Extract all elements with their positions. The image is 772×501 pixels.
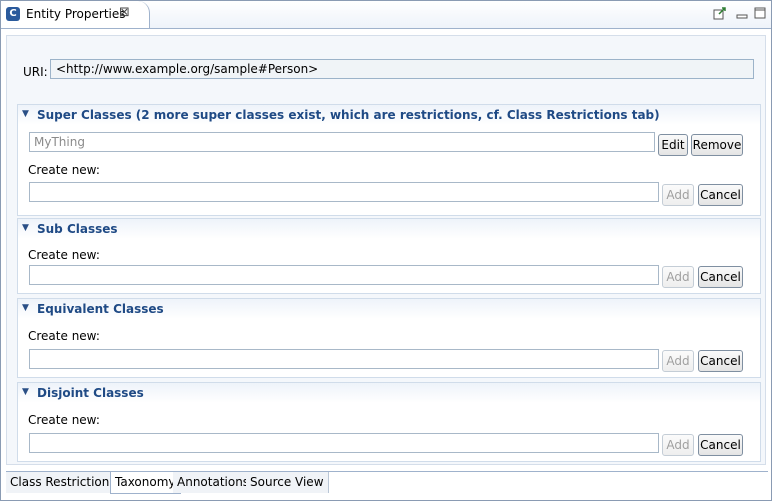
view-tab[interactable]: C Entity Properties ⊠	[1, 1, 150, 28]
super-class-create-input[interactable]	[29, 182, 659, 202]
disjoint-class-create-input[interactable]	[29, 433, 659, 453]
add-button[interactable]: Add	[662, 350, 694, 372]
sub-classes-section: ▼ Sub Classes Create new: Add Cancel	[17, 218, 761, 294]
close-icon[interactable]: ⊠	[119, 5, 130, 20]
remove-button[interactable]: Remove	[691, 134, 743, 156]
disjoint-classes-section: ▼ Disjoint Classes Create new: Add Cance…	[17, 382, 761, 462]
create-new-label: Create new:	[28, 248, 100, 262]
uri-field[interactable]: <http://www.example.org/sample#Person>	[50, 59, 754, 79]
collapse-arrow-icon[interactable]: ▼	[22, 303, 29, 313]
super-classes-title: Super Classes (2 more super classes exis…	[37, 108, 660, 122]
cancel-button[interactable]: Cancel	[698, 184, 743, 206]
edit-button[interactable]: Edit	[658, 134, 688, 156]
tab-annotations[interactable]: Annotations	[173, 472, 255, 493]
cancel-button[interactable]: Cancel	[698, 266, 743, 288]
uri-label: URI:	[23, 65, 48, 79]
uri-row: URI: <http://www.example.org/sample#Pers…	[7, 36, 765, 100]
sub-classes-header[interactable]: ▼ Sub Classes	[18, 219, 760, 239]
collapse-arrow-icon[interactable]: ▼	[22, 387, 29, 397]
tab-taxonomy[interactable]: Taxonomy	[110, 472, 181, 494]
add-button[interactable]: Add	[662, 184, 694, 206]
sub-classes-title: Sub Classes	[37, 222, 118, 236]
add-button[interactable]: Add	[662, 266, 694, 288]
cancel-button[interactable]: Cancel	[698, 434, 743, 456]
disjoint-classes-header[interactable]: ▼ Disjoint Classes	[18, 383, 760, 403]
cancel-button[interactable]: Cancel	[698, 350, 743, 372]
view-title: Entity Properties	[26, 7, 126, 21]
super-classes-section: ▼ Super Classes (2 more super classes ex…	[17, 104, 761, 216]
create-new-label: Create new:	[28, 413, 100, 427]
create-new-label: Create new:	[28, 329, 100, 343]
pin-icon[interactable]	[713, 6, 727, 20]
equivalent-class-create-input[interactable]	[29, 349, 659, 369]
equivalent-classes-header[interactable]: ▼ Equivalent Classes	[18, 299, 760, 319]
taxonomy-panel: URI: <http://www.example.org/sample#Pers…	[6, 35, 766, 465]
add-button[interactable]: Add	[662, 434, 694, 456]
super-classes-header[interactable]: ▼ Super Classes (2 more super classes ex…	[18, 105, 760, 125]
class-icon: C	[6, 7, 20, 21]
equivalent-classes-section: ▼ Equivalent Classes Create new: Add Can…	[17, 298, 761, 378]
tab-class-restrictions[interactable]: Class Restrictions	[6, 472, 121, 493]
super-class-field[interactable]: MyThing	[29, 132, 655, 152]
create-new-label: Create new:	[28, 163, 100, 177]
collapse-arrow-icon[interactable]: ▼	[22, 109, 29, 119]
view-titlebar: C Entity Properties ⊠	[1, 1, 771, 29]
disjoint-classes-title: Disjoint Classes	[37, 386, 144, 400]
tab-source-view[interactable]: Source View	[246, 472, 329, 493]
sub-class-create-input[interactable]	[29, 265, 659, 285]
editor-tab-bar: Class Restrictions Taxonomy Annotations …	[6, 471, 768, 496]
entity-properties-view: C Entity Properties ⊠ URI: <http://www.e…	[0, 0, 772, 501]
collapse-arrow-icon[interactable]: ▼	[22, 223, 29, 233]
minimize-icon[interactable]	[735, 6, 749, 20]
equivalent-classes-title: Equivalent Classes	[37, 302, 164, 316]
maximize-icon[interactable]	[753, 6, 767, 20]
